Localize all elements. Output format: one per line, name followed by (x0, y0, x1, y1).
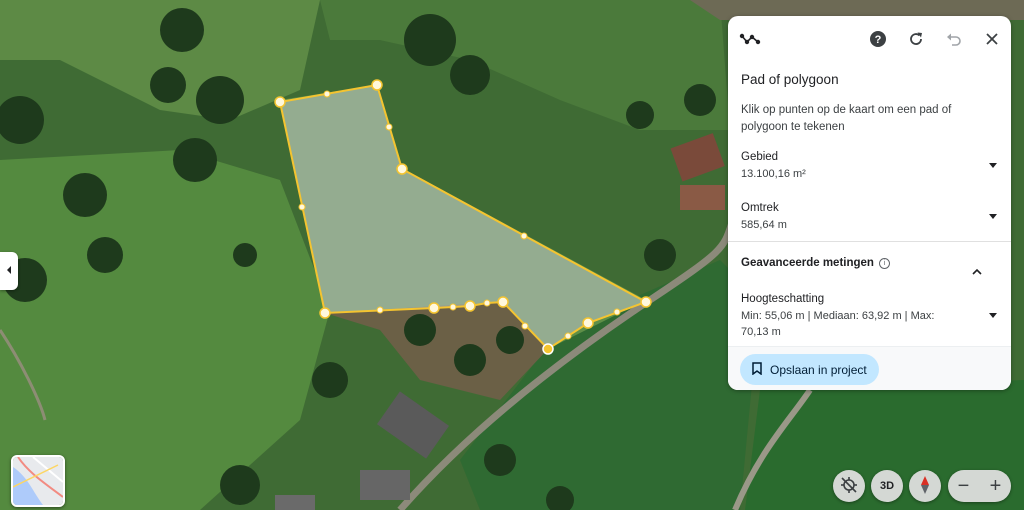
active-vertex[interactable] (542, 343, 554, 355)
zoom-out-button[interactable]: − (948, 470, 979, 502)
chevron-left-icon (5, 262, 13, 280)
area-row[interactable]: Gebied 13.100,16 m² (741, 151, 1001, 182)
refresh-icon[interactable] (904, 27, 928, 51)
compass-button[interactable] (909, 470, 941, 502)
zoom-in-button[interactable]: + (980, 470, 1011, 502)
building (680, 185, 725, 210)
location-button[interactable] (833, 470, 865, 502)
save-to-project-button[interactable]: Opslaan in project (740, 354, 879, 385)
perimeter-value: 585,64 m (741, 219, 787, 231)
undo-icon[interactable] (942, 27, 966, 51)
elevation-label: Hoogteschatting (741, 293, 825, 305)
panel-description: Klik op punten op de kaart om een pad of… (741, 104, 952, 133)
area-label: Gebied (741, 151, 779, 163)
chevron-down-icon[interactable] (989, 163, 997, 168)
elevation-value: Min: 55,06 m | Mediaan: 63,92 m | Max: 7… (741, 310, 935, 338)
measure-panel: ? Pad of polygoon Klik op punten op de k… (728, 16, 1011, 390)
divider (728, 241, 1011, 242)
perimeter-row[interactable]: Omtrek 585,64 m (741, 202, 1001, 233)
panel-footer: Opslaan in project (728, 346, 1011, 390)
area-value: 13.100,16 m² (741, 168, 806, 180)
help-icon[interactable]: ? (866, 27, 890, 51)
chevron-up-icon[interactable] (972, 262, 982, 280)
location-off-icon (840, 476, 858, 497)
panel-title: Pad of polygoon (741, 72, 839, 87)
building (275, 495, 315, 510)
perimeter-label: Omtrek (741, 202, 779, 214)
toggle-3d-button[interactable]: 3D (871, 470, 903, 502)
minus-icon: − (957, 474, 970, 497)
elevation-row[interactable]: Hoogteschatting Min: 55,06 m | Mediaan: … (741, 293, 1001, 340)
layer-switcher-thumbnail[interactable] (11, 455, 65, 507)
building (360, 470, 410, 500)
bookmark-icon (752, 361, 762, 378)
save-to-project-label: Opslaan in project (770, 362, 867, 377)
plus-icon: + (989, 474, 1002, 497)
path-icon (738, 27, 762, 51)
chevron-down-icon[interactable] (989, 313, 997, 318)
info-icon[interactable]: i (878, 257, 890, 269)
advanced-measurements-label: Geavanceerde metingen (741, 257, 874, 269)
zoom-control: − + (948, 470, 1011, 502)
advanced-measurements-header[interactable]: Geavanceerde metingen i (741, 257, 890, 269)
collapse-sidebar-button[interactable] (0, 252, 18, 290)
close-icon[interactable] (980, 27, 1004, 51)
svg-text:?: ? (875, 34, 882, 46)
chevron-down-icon[interactable] (989, 214, 997, 219)
compass-icon (919, 475, 931, 498)
panel-toolbar: ? (728, 16, 1011, 62)
